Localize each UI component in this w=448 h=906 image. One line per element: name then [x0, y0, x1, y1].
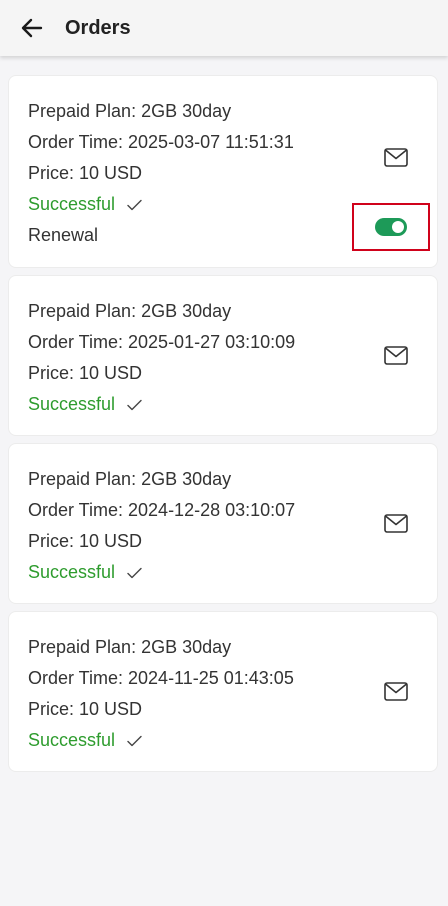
order-time: Order Time: 2025-01-27 03:10:09	[28, 332, 296, 352]
mail-button[interactable]	[383, 512, 409, 534]
order-card: Prepaid Plan: 2GB 30day Order Time: 2024…	[8, 611, 438, 772]
order-price: Price: 10 USD	[28, 363, 143, 383]
order-status-text: Successful	[28, 562, 116, 582]
order-status: Successful	[28, 389, 418, 420]
order-status: Successful	[28, 725, 418, 756]
order-card: Prepaid Plan: 2GB 30day Order Time: 2024…	[8, 443, 438, 604]
check-icon	[127, 399, 142, 411]
order-time: Order Time: 2024-12-28 03:10:07	[28, 500, 296, 520]
mail-button[interactable]	[383, 344, 409, 366]
order-price: Price: 10 USD	[28, 163, 143, 183]
arrow-left-icon	[21, 18, 43, 38]
order-card: Prepaid Plan: 2GB 30day Order Time: 2025…	[8, 75, 438, 268]
mail-button[interactable]	[383, 680, 409, 702]
order-list: Prepaid Plan: 2GB 30day Order Time: 2025…	[8, 75, 438, 779]
mail-button[interactable]	[383, 146, 409, 168]
order-status: Successful	[28, 557, 418, 588]
toggle-knob	[392, 221, 404, 233]
app-header: Orders	[0, 0, 448, 56]
mail-icon	[384, 147, 408, 167]
order-time: Order Time: 2025-03-07 11:51:31	[28, 132, 294, 152]
mail-icon	[384, 345, 408, 365]
renewal-toggle[interactable]	[375, 218, 407, 236]
renewal-toggle-highlight	[352, 203, 430, 251]
order-plan: Prepaid Plan: 2GB 30day	[28, 301, 232, 321]
order-plan: Prepaid Plan: 2GB 30day	[28, 469, 232, 489]
check-icon	[127, 567, 142, 579]
order-card: Prepaid Plan: 2GB 30day Order Time: 2025…	[8, 275, 438, 436]
order-price: Price: 10 USD	[28, 699, 143, 719]
check-icon	[127, 735, 142, 747]
order-plan: Prepaid Plan: 2GB 30day	[28, 637, 232, 657]
page-title: Orders	[65, 16, 131, 39]
mail-icon	[384, 681, 408, 701]
order-time: Order Time: 2024-11-25 01:43:05	[28, 668, 294, 688]
order-status-text: Successful	[28, 194, 116, 214]
mail-icon	[384, 513, 408, 533]
order-status-text: Successful	[28, 394, 116, 414]
order-price: Price: 10 USD	[28, 531, 143, 551]
order-plan: Prepaid Plan: 2GB 30day	[28, 101, 232, 121]
check-icon	[127, 199, 142, 211]
back-button[interactable]	[10, 6, 54, 50]
order-status-text: Successful	[28, 730, 116, 750]
